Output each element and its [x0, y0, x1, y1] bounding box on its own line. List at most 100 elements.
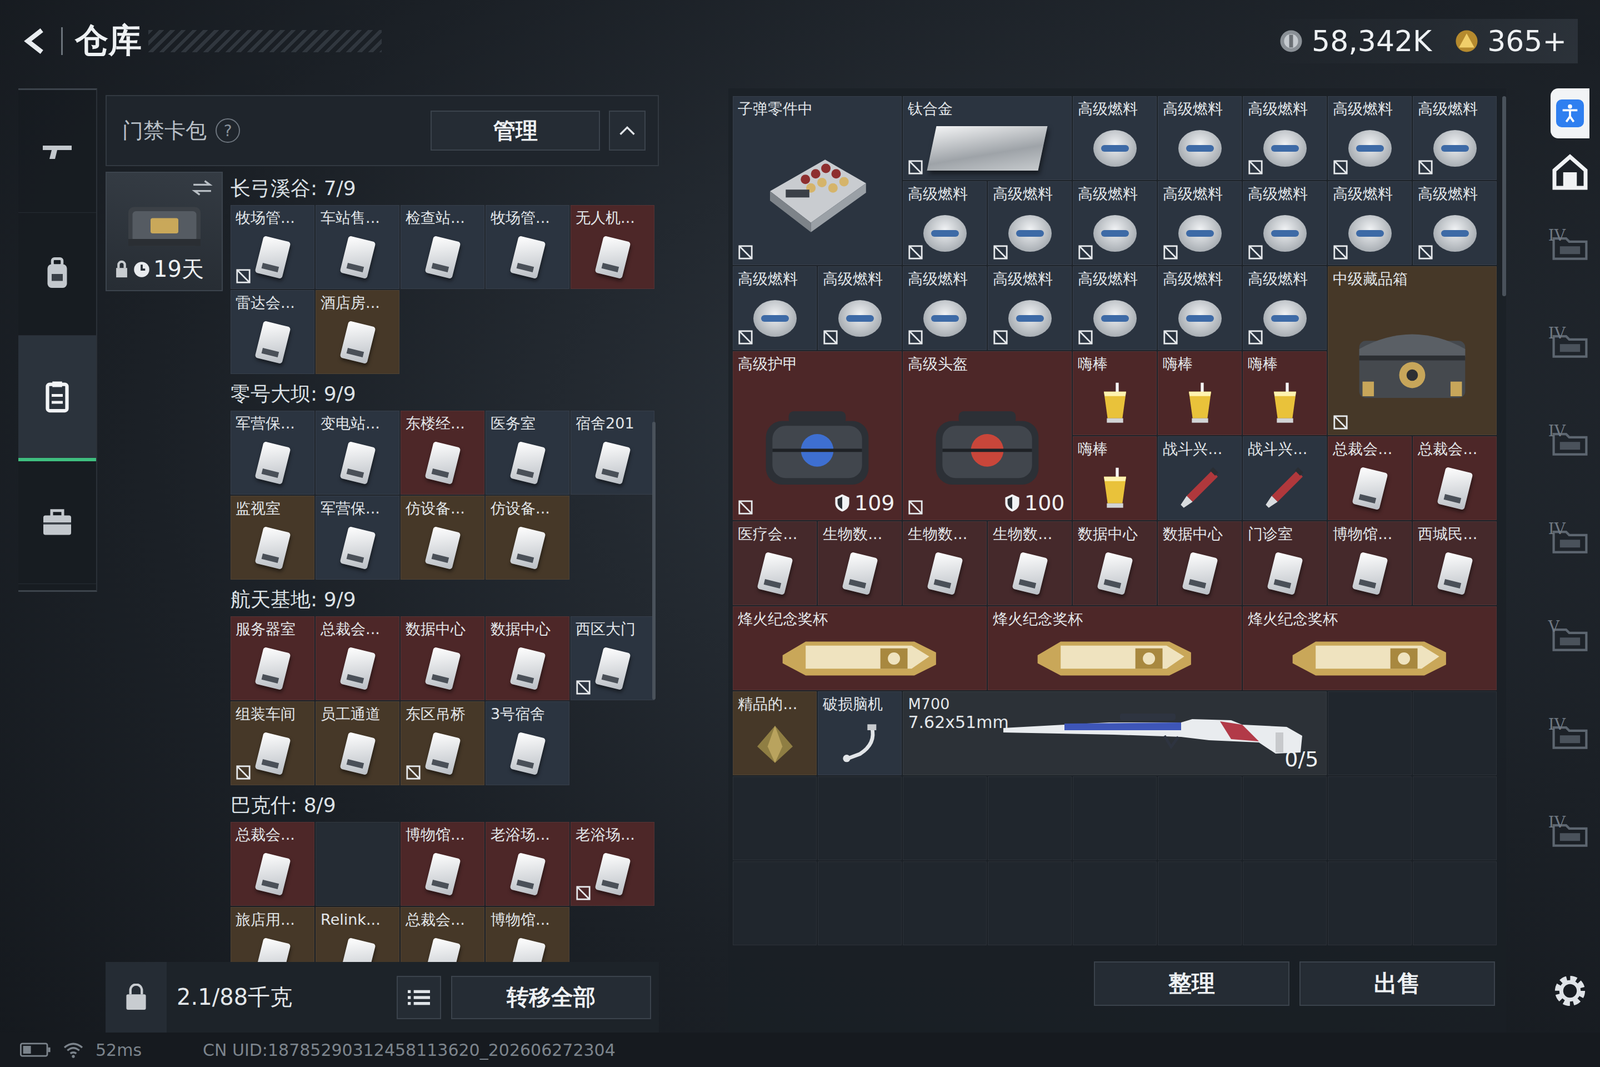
stash-item[interactable]: 烽火纪念奖杯 — [987, 606, 1242, 690]
empty-slot[interactable] — [315, 821, 400, 906]
stash-tab[interactable]: IV — [1545, 695, 1595, 779]
stash-item[interactable]: 数据中心 — [1072, 521, 1157, 605]
card-slot[interactable]: 总裁会... — [400, 906, 485, 962]
warehouse-icon[interactable] — [1550, 152, 1590, 192]
stash-item[interactable]: 数据中心 — [1157, 521, 1242, 605]
card-slot[interactable]: 博物馆... — [485, 906, 570, 962]
stash-item[interactable]: 门诊室 — [1242, 521, 1327, 605]
card-slot[interactable]: 服务器室 — [230, 616, 315, 700]
accessibility-button[interactable] — [1550, 88, 1590, 139]
card-slot[interactable]: 牧场管... — [230, 205, 315, 289]
card-slot[interactable]: 总裁会... — [230, 821, 315, 906]
card-slot[interactable]: 旅店用... — [230, 906, 315, 962]
stash-item[interactable]: 医疗会... — [732, 521, 817, 605]
stash-tab[interactable]: IV — [1545, 303, 1595, 388]
stash-item[interactable]: 高级燃料 — [817, 266, 902, 350]
card-slot[interactable]: 东楼经... — [400, 410, 485, 495]
stash-item[interactable]: 高级燃料 — [987, 266, 1072, 350]
stash-tab[interactable]: IV — [1545, 792, 1595, 877]
rail-item[interactable] — [18, 461, 97, 584]
stash-item[interactable]: 高级燃料 — [732, 266, 817, 350]
stash-item[interactable]: 烽火纪念奖杯 — [1242, 606, 1497, 690]
card-slot[interactable]: 老浴场... — [485, 821, 570, 906]
stash-item[interactable]: 高级燃料 — [1072, 181, 1157, 265]
stash-item[interactable]: 高级燃料 — [1327, 96, 1412, 180]
stash-item[interactable]: 嗨棒 — [1157, 351, 1242, 435]
transfer-all-button[interactable]: 转移全部 — [451, 975, 652, 1019]
stash-item[interactable]: 生物数... — [817, 521, 902, 605]
stash-item[interactable]: 高级燃料 — [1072, 266, 1157, 350]
empty-slot[interactable] — [1412, 776, 1497, 860]
manage-button[interactable]: 管理 — [430, 110, 600, 151]
rail-item[interactable] — [18, 335, 97, 462]
stash-item[interactable]: 中级藏品箱 — [1327, 266, 1497, 435]
stash-item[interactable]: 高级燃料 — [1157, 181, 1242, 265]
stash-item[interactable]: 高级燃料 — [1242, 266, 1327, 350]
stash-tab[interactable]: IV — [1545, 206, 1595, 290]
stash-tab[interactable]: IV — [1545, 401, 1595, 485]
card-slot[interactable]: 军营保... — [230, 410, 315, 495]
stash-item[interactable]: 子弹零件中 — [732, 96, 902, 265]
empty-slot[interactable] — [987, 776, 1072, 860]
card-slot[interactable]: 车站售... — [315, 205, 400, 289]
card-slot[interactable]: 东区吊桥 — [400, 701, 485, 785]
card-slot[interactable]: 总裁会... — [315, 616, 400, 700]
card-slot[interactable]: 仿设备... — [400, 495, 485, 580]
empty-slot[interactable] — [1327, 861, 1412, 945]
stash-button[interactable]: 整理 — [1093, 961, 1290, 1006]
stash-item[interactable]: M700 7.62x51mm 0/5 — [902, 691, 1327, 775]
stash-item[interactable]: 战斗兴... — [1157, 436, 1242, 520]
stash-item[interactable]: 高级燃料 — [1327, 181, 1412, 265]
card-slot[interactable]: 雷达会... — [230, 290, 315, 374]
rail-item[interactable] — [18, 90, 97, 213]
stash-item[interactable]: 西城民... — [1412, 521, 1497, 605]
card-slot[interactable]: 数据中心 — [400, 616, 485, 700]
card-slot[interactable]: Relink... — [315, 906, 400, 962]
empty-slot[interactable] — [1327, 691, 1412, 775]
card-slot[interactable]: 仿设备... — [485, 495, 570, 580]
help-button[interactable]: ? — [215, 118, 240, 143]
list-button[interactable] — [396, 975, 442, 1019]
card-list[interactable]: 19天 长弓溪谷: 7/9 牧场管... 车站售... 检查站... 牧场管..… — [105, 166, 659, 962]
stash-item[interactable]: 破损脑机 — [817, 691, 902, 775]
card-slot[interactable]: 检查站... — [400, 205, 485, 289]
stash-item[interactable]: 烽火纪念奖杯 — [732, 606, 987, 690]
rail-item[interactable] — [18, 212, 97, 336]
stash-item[interactable]: 高级燃料 — [1157, 266, 1242, 350]
stash-item[interactable]: 高级燃料 — [1157, 96, 1242, 180]
stash-item[interactable]: 高级燃料 — [1242, 181, 1327, 265]
stash-item[interactable]: 钛合金 — [902, 96, 1072, 180]
back-icon[interactable] — [20, 25, 52, 57]
stash-item[interactable]: 高级燃料 — [987, 181, 1072, 265]
card-slot[interactable]: 变电站... — [315, 410, 400, 495]
stash-tab[interactable]: IV — [1545, 499, 1595, 583]
stash-item[interactable]: 总裁会... — [1327, 436, 1412, 520]
stash-item[interactable]: 高级燃料 — [1412, 181, 1497, 265]
stash-tab[interactable]: V — [1545, 597, 1595, 681]
card-slot[interactable]: 牧场管... — [485, 205, 570, 289]
stash-item[interactable]: 战斗兴... — [1242, 436, 1327, 520]
card-slot[interactable]: 博物馆... — [400, 821, 485, 906]
empty-slot[interactable] — [1412, 691, 1497, 775]
stash-item[interactable]: 总裁会... — [1412, 436, 1497, 520]
stash-item[interactable]: 嗨棒 — [1072, 351, 1157, 435]
collapse-button[interactable] — [608, 110, 646, 151]
empty-slot[interactable] — [817, 776, 902, 860]
card-slot[interactable]: 数据中心 — [485, 616, 570, 700]
empty-slot[interactable] — [1072, 776, 1157, 860]
empty-slot[interactable] — [1157, 861, 1242, 945]
empty-slot[interactable] — [1072, 861, 1157, 945]
empty-slot[interactable] — [902, 776, 987, 860]
stash-item[interactable]: 高级头盔 100 — [902, 351, 1072, 520]
swap-icon[interactable] — [189, 178, 215, 198]
card-slot[interactable]: 监视室 — [230, 495, 315, 580]
card-slot[interactable]: 无人机... — [570, 205, 655, 289]
empty-slot[interactable] — [1157, 776, 1242, 860]
stash-button[interactable]: 出售 — [1299, 961, 1495, 1006]
empty-slot[interactable] — [1242, 861, 1327, 945]
stash-item[interactable]: 高级护甲 109 — [732, 351, 902, 520]
card-slot[interactable]: 军营保... — [315, 495, 400, 580]
empty-slot[interactable] — [817, 861, 902, 945]
card-slot[interactable]: 医务室 — [485, 410, 570, 495]
empty-slot[interactable] — [1242, 776, 1327, 860]
